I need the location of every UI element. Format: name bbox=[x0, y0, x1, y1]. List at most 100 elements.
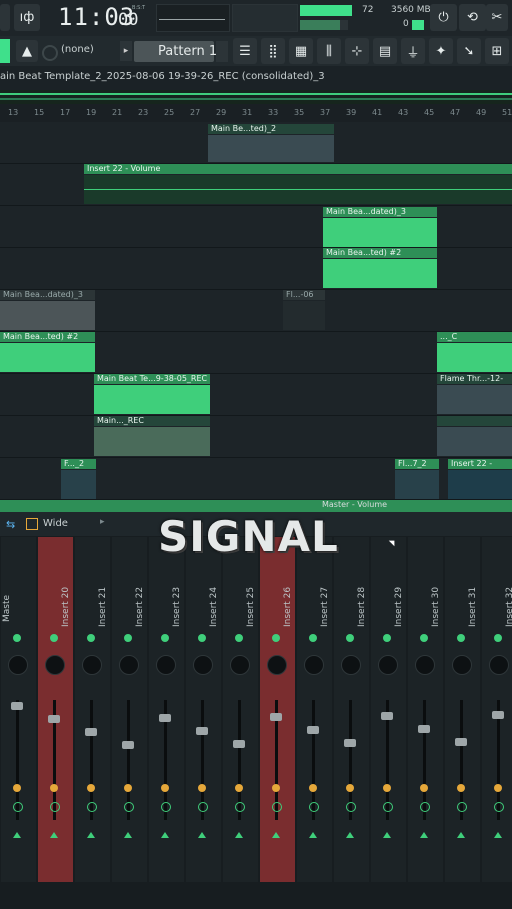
fx-led[interactable] bbox=[494, 784, 502, 792]
send-led[interactable] bbox=[50, 802, 60, 812]
audio-clip[interactable]: Main Beat Te...9-38-05_REC bbox=[94, 374, 210, 414]
pan-knob[interactable] bbox=[267, 655, 287, 675]
channel-name[interactable]: Insert 29 bbox=[394, 587, 404, 627]
record-mode-button[interactable]: ıф bbox=[14, 4, 40, 31]
fx-led[interactable] bbox=[235, 784, 243, 792]
send-led[interactable] bbox=[13, 802, 23, 812]
route-arrow-icon[interactable] bbox=[309, 832, 317, 838]
fx-led[interactable] bbox=[383, 784, 391, 792]
pan-knob[interactable] bbox=[119, 655, 139, 675]
channel-name[interactable]: Insert 23 bbox=[172, 587, 182, 627]
volume-fader[interactable] bbox=[492, 711, 504, 719]
volume-fader[interactable] bbox=[270, 713, 282, 721]
fx-led[interactable] bbox=[457, 784, 465, 792]
plugin-button[interactable]: ⏚ bbox=[401, 38, 425, 64]
channel-active-led[interactable] bbox=[50, 634, 58, 642]
fx-led[interactable] bbox=[346, 784, 354, 792]
send-led[interactable] bbox=[457, 802, 467, 812]
audio-clip[interactable]: ..._C bbox=[437, 332, 512, 372]
send-led[interactable] bbox=[383, 802, 393, 812]
send-led[interactable] bbox=[346, 802, 356, 812]
piano-roll-button[interactable]: ⣿ bbox=[261, 38, 285, 64]
pan-knob[interactable] bbox=[230, 655, 250, 675]
audio-clip[interactable]: Main..._REC bbox=[94, 416, 210, 456]
route-arrow-icon[interactable] bbox=[198, 832, 206, 838]
audio-clip[interactable]: F..._2 bbox=[61, 459, 96, 499]
channel-active-led[interactable] bbox=[420, 634, 428, 642]
pattern-select[interactable]: Pattern 1 bbox=[134, 41, 217, 62]
pan-knob[interactable] bbox=[415, 655, 435, 675]
mixer-arrow-icon[interactable]: ⇆ bbox=[6, 518, 15, 531]
channel-name[interactable]: Insert 25 bbox=[246, 587, 256, 627]
volume-fader[interactable] bbox=[344, 739, 356, 747]
channel-name[interactable]: Insert 27 bbox=[320, 587, 330, 627]
pan-knob[interactable] bbox=[378, 655, 398, 675]
channel-name[interactable]: Insert 22 bbox=[135, 587, 145, 627]
channel-name[interactable]: Insert 21 bbox=[98, 587, 108, 627]
undo-button[interactable]: ⟲ bbox=[459, 4, 486, 31]
hat-button[interactable]: ▲ bbox=[16, 40, 38, 62]
route-arrow-icon[interactable] bbox=[161, 832, 169, 838]
channel-active-led[interactable] bbox=[494, 634, 502, 642]
channel-active-led[interactable] bbox=[346, 634, 354, 642]
audio-clip[interactable] bbox=[437, 416, 512, 456]
volume-fader[interactable] bbox=[455, 738, 467, 746]
playlist-overview[interactable] bbox=[0, 90, 512, 105]
pattern-prev[interactable]: ▸ bbox=[120, 41, 132, 61]
volume-fader[interactable] bbox=[159, 714, 171, 722]
pan-knob[interactable] bbox=[45, 655, 65, 675]
route-arrow-icon[interactable] bbox=[87, 832, 95, 838]
channel-name[interactable]: Insert 31 bbox=[468, 587, 478, 627]
pan-knob[interactable] bbox=[156, 655, 176, 675]
send-led[interactable] bbox=[235, 802, 245, 812]
timeline-ruler[interactable]: 13 15 17 19 21 23 25 27 29 31 33 35 37 39 41 43 45 47 49 51 bbox=[0, 104, 512, 123]
fx-led[interactable] bbox=[420, 784, 428, 792]
track-lane[interactable] bbox=[0, 416, 512, 458]
volume-fader[interactable] bbox=[418, 725, 430, 733]
pan-knob[interactable] bbox=[8, 655, 28, 675]
volume-fader[interactable] bbox=[233, 740, 245, 748]
mixer-button[interactable]: ⫼ bbox=[317, 38, 341, 64]
audio-clip[interactable]: Main Bea...dated)_3 bbox=[323, 207, 437, 247]
volume-fader[interactable] bbox=[85, 728, 97, 736]
chevron-right-icon[interactable]: ▸ bbox=[100, 517, 105, 527]
channel-name[interactable]: Insert 30 bbox=[431, 587, 441, 627]
channel-active-led[interactable] bbox=[161, 634, 169, 642]
fx-led[interactable] bbox=[309, 784, 317, 792]
pattern-preview[interactable] bbox=[232, 4, 298, 32]
snap-button[interactable] bbox=[0, 39, 10, 63]
volume-fader[interactable] bbox=[381, 712, 393, 720]
fx-led[interactable] bbox=[87, 784, 95, 792]
master-volume-clip[interactable]: Master - Volume bbox=[0, 500, 512, 512]
cpu-button[interactable]: ⏻ bbox=[430, 4, 457, 31]
volume-fader[interactable] bbox=[122, 741, 134, 749]
automation-clip[interactable]: Insert 22 - Volume bbox=[84, 164, 512, 204]
send-led[interactable] bbox=[161, 802, 171, 812]
shop-button[interactable]: ⊞ bbox=[485, 38, 509, 64]
channel-name[interactable]: Insert 24 bbox=[209, 587, 219, 627]
volume-fader[interactable] bbox=[11, 702, 23, 710]
automation-clip[interactable]: Insert 22 - bbox=[448, 459, 512, 499]
send-led[interactable] bbox=[124, 802, 134, 812]
channel-name[interactable]: Insert 26 bbox=[283, 587, 293, 627]
channel-active-led[interactable] bbox=[124, 634, 132, 642]
preset-select[interactable]: (none) bbox=[61, 44, 94, 55]
track-lane[interactable] bbox=[0, 374, 512, 416]
channel-active-led[interactable] bbox=[87, 634, 95, 642]
channel-name[interactable]: Insert 28 bbox=[357, 587, 367, 627]
send-led[interactable] bbox=[420, 802, 430, 812]
fx-led[interactable] bbox=[13, 784, 21, 792]
pan-knob[interactable] bbox=[452, 655, 472, 675]
send-led[interactable] bbox=[87, 802, 97, 812]
pan-knob[interactable] bbox=[489, 655, 509, 675]
fx-led[interactable] bbox=[161, 784, 169, 792]
playlist-button[interactable]: ☰ bbox=[233, 38, 257, 64]
pan-knob[interactable] bbox=[193, 655, 213, 675]
route-arrow-icon[interactable] bbox=[272, 832, 280, 838]
mixer-view-mode[interactable]: Wide bbox=[43, 518, 68, 529]
volume-fader[interactable] bbox=[48, 715, 60, 723]
volume-fader[interactable] bbox=[196, 727, 208, 735]
fx-led[interactable] bbox=[124, 784, 132, 792]
channel-name[interactable]: Insert 32 bbox=[505, 587, 512, 627]
tempo-tap-button[interactable]: ✦ bbox=[429, 38, 453, 64]
